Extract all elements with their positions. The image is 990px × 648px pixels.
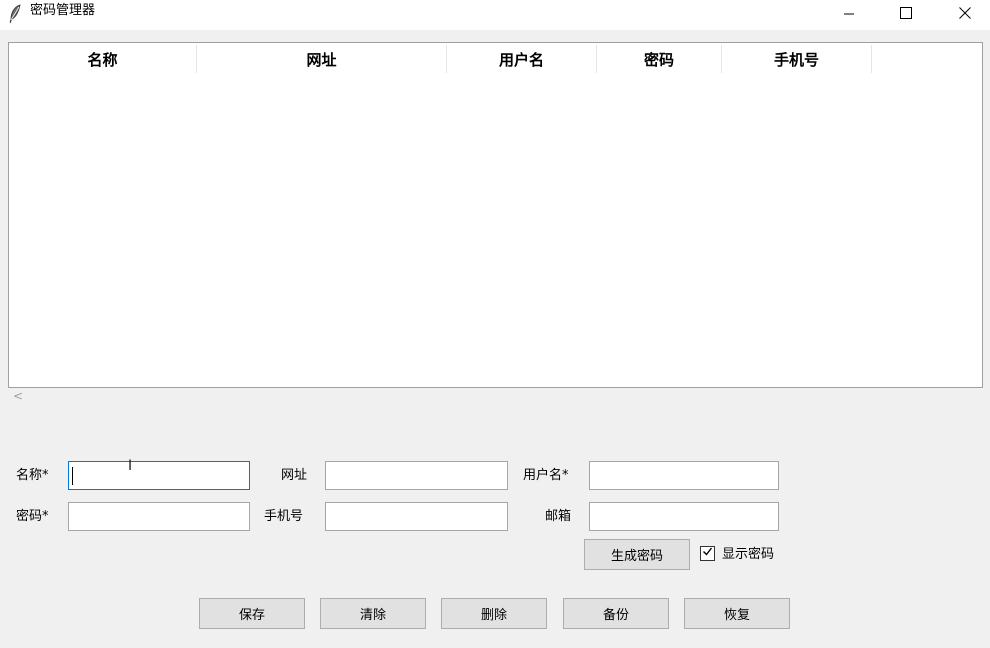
clear-button[interactable]: 清除 <box>320 598 426 629</box>
username-input[interactable] <box>589 461 779 490</box>
maximize-button[interactable] <box>883 0 929 30</box>
password-input[interactable] <box>68 502 250 531</box>
name-input[interactable] <box>68 461 250 490</box>
close-icon <box>959 7 971 23</box>
delete-button[interactable]: 删除 <box>441 598 547 629</box>
password-table[interactable]: 名称 网址 用户名 密码 手机号 邮箱 <box>8 42 983 388</box>
email-input[interactable] <box>589 502 779 531</box>
text-caret <box>72 467 73 485</box>
phone-input[interactable] <box>325 502 508 531</box>
window-title: 密码管理器 <box>30 3 96 18</box>
title-bar: 密码管理器 <box>0 0 990 30</box>
save-button[interactable]: 保存 <box>199 598 305 629</box>
backup-button[interactable]: 备份 <box>563 598 669 629</box>
generate-password-button[interactable]: 生成密码 <box>584 539 690 570</box>
horizontal-scrollbar[interactable]: < <box>8 388 983 406</box>
column-header-name[interactable]: 名称 <box>9 43 196 76</box>
column-header-email[interactable]: 邮箱 <box>872 43 982 76</box>
show-password-label[interactable]: 显示密码 <box>722 547 774 563</box>
password-label: 密码* <box>16 509 49 524</box>
maximize-icon <box>900 7 912 23</box>
close-button[interactable] <box>942 0 988 30</box>
username-label: 用户名* <box>523 468 569 483</box>
url-input[interactable] <box>325 461 508 490</box>
scroll-left-arrow-icon[interactable]: < <box>13 389 23 403</box>
url-label: 网址 <box>281 468 308 483</box>
column-header-password[interactable]: 密码 <box>597 43 721 76</box>
column-header-username[interactable]: 用户名 <box>447 43 596 76</box>
minimize-button[interactable] <box>826 0 872 30</box>
show-password-checkbox[interactable] <box>700 546 715 561</box>
column-header-url[interactable]: 网址 <box>197 43 446 76</box>
restore-button[interactable]: 恢复 <box>684 598 790 629</box>
column-header-phone[interactable]: 手机号 <box>722 43 871 76</box>
ibeam-cursor-icon: Ⅰ <box>128 458 133 474</box>
minimize-icon <box>843 7 855 23</box>
checkmark-icon <box>702 546 713 561</box>
email-label: 邮箱 <box>545 509 572 524</box>
phone-label: 手机号 <box>264 509 304 524</box>
name-label: 名称* <box>16 468 49 483</box>
feather-icon <box>8 4 22 24</box>
table-header: 名称 网址 用户名 密码 手机号 邮箱 <box>9 43 982 76</box>
